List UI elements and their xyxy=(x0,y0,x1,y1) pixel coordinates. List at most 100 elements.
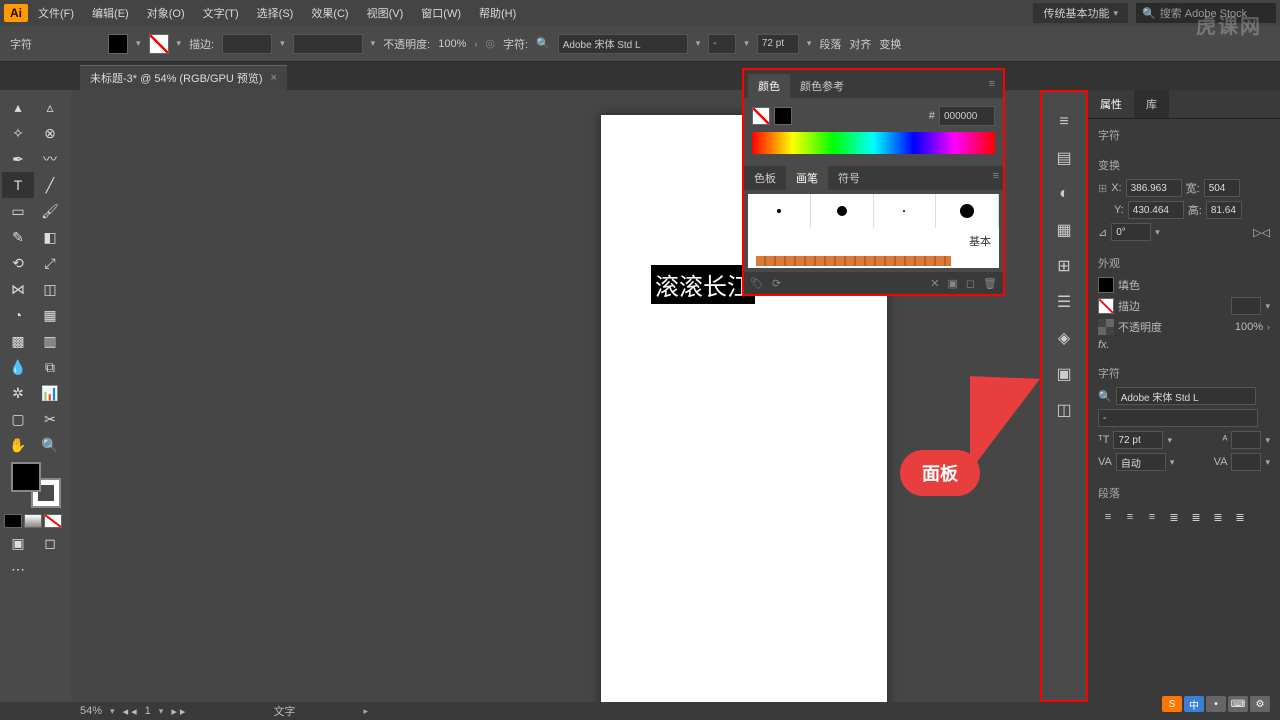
y-field[interactable] xyxy=(1128,201,1184,219)
scale-tool[interactable]: ⤢ xyxy=(34,250,66,276)
panel-menu-icon[interactable]: ≡ xyxy=(985,74,999,98)
width-tool[interactable]: ⋈ xyxy=(2,276,34,302)
eyedropper-tool[interactable]: 💧 xyxy=(2,354,34,380)
gradient-mode[interactable] xyxy=(24,514,42,528)
curvature-tool[interactable]: 〰 xyxy=(34,146,66,172)
artboard-tool[interactable]: ▢ xyxy=(2,406,34,432)
variable-width[interactable] xyxy=(293,34,363,54)
rectangle-tool[interactable]: ▭ xyxy=(2,198,34,224)
align-link[interactable]: 对齐 xyxy=(849,36,871,52)
font-size-input[interactable] xyxy=(757,34,799,54)
paintbrush-tool[interactable]: 🖌 xyxy=(34,198,66,224)
w-field[interactable] xyxy=(1204,179,1240,197)
justify-left[interactable]: ≣ xyxy=(1164,507,1184,527)
stroke-swatch[interactable] xyxy=(149,34,169,54)
tab-color-guide[interactable]: 颜色参考 xyxy=(790,74,854,98)
new-brush-icon[interactable]: ▣ xyxy=(947,277,957,290)
selection-tool[interactable]: ▴ xyxy=(2,94,34,120)
menu-help[interactable]: 帮助(H) xyxy=(471,3,524,23)
menu-window[interactable]: 窗口(W) xyxy=(413,3,469,23)
fill-stroke-control[interactable] xyxy=(11,462,61,508)
dock-layers-icon[interactable]: ▤ xyxy=(1048,144,1080,172)
line-tool[interactable]: ╱ xyxy=(34,172,66,198)
zoom-tool[interactable]: 🔍 xyxy=(34,432,66,458)
tab-properties[interactable]: 属性 xyxy=(1088,90,1134,118)
document-tab[interactable]: 未标题-3* @ 54% (RGB/GPU 预览) × xyxy=(80,65,287,90)
menu-object[interactable]: 对象(O) xyxy=(139,3,193,23)
new-brush2-icon[interactable]: ◻ xyxy=(966,277,975,290)
tab-color[interactable]: 颜色 xyxy=(748,74,790,98)
kerning-field[interactable] xyxy=(1116,453,1166,471)
brush-presets[interactable] xyxy=(748,194,999,228)
pen-tool[interactable]: ✒ xyxy=(2,146,34,172)
align-center[interactable]: ≡ xyxy=(1120,507,1140,527)
dock-appearance-icon[interactable]: ▣ xyxy=(1048,360,1080,388)
gradient-tool[interactable]: ▥ xyxy=(34,328,66,354)
edit-toolbar[interactable]: ⋯ xyxy=(2,556,34,582)
lasso-tool[interactable]: ⊗ xyxy=(34,120,66,146)
shape-builder-tool[interactable]: ◔ xyxy=(2,302,34,328)
tab-symbols[interactable]: 符号 xyxy=(828,166,870,190)
tab-swatches[interactable]: 色板 xyxy=(744,166,786,190)
dock-color-icon[interactable]: ◐ xyxy=(1048,180,1080,208)
fill-none[interactable] xyxy=(752,107,770,125)
justify-all[interactable]: ≣ xyxy=(1230,507,1250,527)
mesh-tool[interactable]: ▩ xyxy=(2,328,34,354)
menu-edit[interactable]: 编辑(E) xyxy=(84,3,137,23)
tab-libraries[interactable]: 库 xyxy=(1134,90,1169,118)
dock-properties-icon[interactable]: ≡ xyxy=(1048,108,1080,136)
menu-type[interactable]: 文字(T) xyxy=(195,3,247,23)
none-mode[interactable] xyxy=(44,514,62,528)
dock-stroke-icon[interactable]: ☰ xyxy=(1048,288,1080,316)
dock-brushes-icon[interactable]: ⊞ xyxy=(1048,252,1080,280)
font-family-input[interactable] xyxy=(558,34,688,54)
x-field[interactable] xyxy=(1126,179,1182,197)
menu-file[interactable]: 文件(F) xyxy=(30,3,82,23)
text-object[interactable]: 滚滚长江 xyxy=(651,265,755,304)
leading-field[interactable] xyxy=(1231,431,1261,449)
magic-wand-tool[interactable]: ✧ xyxy=(2,120,34,146)
shaper-tool[interactable]: ✎ xyxy=(2,224,34,250)
zoom-level[interactable]: 54% xyxy=(80,705,102,717)
menu-effect[interactable]: 效果(C) xyxy=(303,3,356,23)
font-weight-input[interactable] xyxy=(708,34,736,54)
justify-center[interactable]: ≣ xyxy=(1186,507,1206,527)
brush-pattern[interactable] xyxy=(748,254,999,268)
menu-view[interactable]: 视图(V) xyxy=(359,3,412,23)
align-left[interactable]: ≡ xyxy=(1098,507,1118,527)
hand-tool[interactable]: ✋ xyxy=(2,432,34,458)
free-transform-tool[interactable]: ◫ xyxy=(34,276,66,302)
dock-swatches-icon[interactable]: ▦ xyxy=(1048,216,1080,244)
align-right[interactable]: ≡ xyxy=(1142,507,1162,527)
brush-basic[interactable]: 基本 xyxy=(748,228,999,254)
angle-field[interactable] xyxy=(1111,223,1151,241)
slice-tool[interactable]: ✂ xyxy=(34,406,66,432)
transform-link[interactable]: 变换 xyxy=(879,36,901,52)
font-size-field[interactable] xyxy=(1113,431,1163,449)
stroke-weight-field[interactable] xyxy=(1231,297,1261,315)
brush-libraries-icon[interactable]: 🏷 xyxy=(750,277,764,290)
stroke-color[interactable] xyxy=(1098,298,1114,314)
color-mode[interactable] xyxy=(4,514,22,528)
menu-select[interactable]: 选择(S) xyxy=(249,3,302,23)
subpanel-menu-icon[interactable]: ≡ xyxy=(989,166,1003,190)
tab-brushes[interactable]: 画笔 xyxy=(786,166,828,190)
symbol-sprayer-tool[interactable]: ✲ xyxy=(2,380,34,406)
font-family-field[interactable] xyxy=(1116,387,1256,405)
fill-black[interactable] xyxy=(774,107,792,125)
font-weight-field[interactable] xyxy=(1098,409,1258,427)
paragraph-link[interactable]: 段落 xyxy=(819,36,841,52)
h-field[interactable] xyxy=(1206,201,1242,219)
artboard-nav[interactable]: 1 xyxy=(145,705,151,717)
eraser-tool[interactable]: ◧ xyxy=(34,224,66,250)
type-tool[interactable]: T xyxy=(2,172,34,198)
rotate-tool[interactable]: ⟲ xyxy=(2,250,34,276)
direct-selection-tool[interactable]: ▵ xyxy=(34,94,66,120)
tracking-field[interactable] xyxy=(1231,453,1261,471)
hex-input[interactable] xyxy=(939,106,995,126)
brush-options-icon[interactable]: ⟳ xyxy=(772,277,781,290)
opacity-value[interactable]: 100% xyxy=(438,38,466,50)
close-icon[interactable]: × xyxy=(271,72,277,84)
fill-swatch[interactable] xyxy=(108,34,128,54)
column-graph-tool[interactable]: 📊 xyxy=(34,380,66,406)
